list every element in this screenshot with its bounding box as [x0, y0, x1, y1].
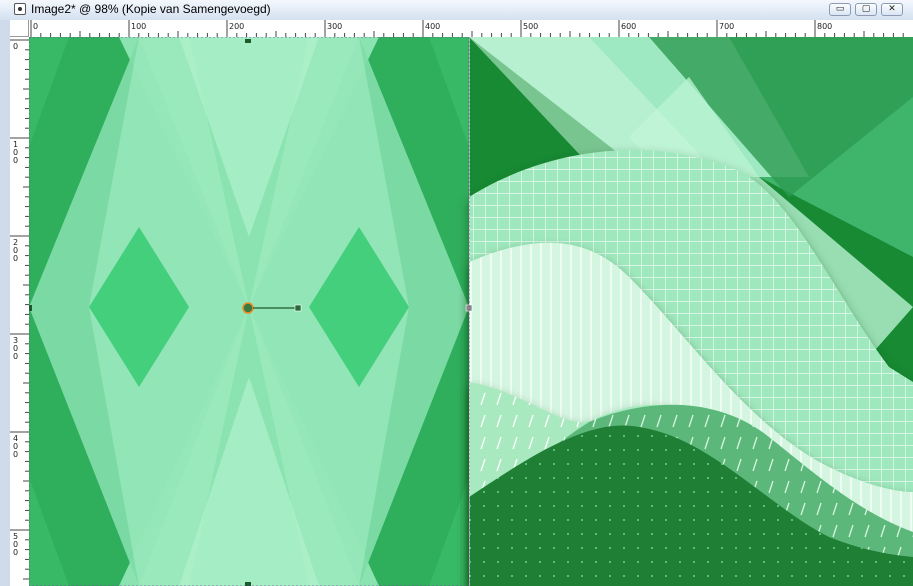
- minimize-button[interactable]: ▭: [829, 3, 851, 16]
- ruler-top-label: 600: [621, 22, 636, 31]
- rotation-center-handle[interactable]: [242, 302, 254, 314]
- ruler-top-label: 200: [229, 22, 244, 31]
- bottom-handle[interactable]: [245, 582, 251, 586]
- top-handle[interactable]: [245, 39, 251, 43]
- ruler-left-label: 200: [13, 238, 18, 263]
- window-title: Image2* @ 98% (Kopie van Samengevoegd): [31, 2, 271, 16]
- ruler-left-label: 300: [13, 336, 18, 361]
- title-bar[interactable]: Image2* @ 98% (Kopie van Samengevoegd) ▭…: [0, 0, 913, 21]
- maximize-button[interactable]: ▢: [855, 3, 877, 16]
- ruler-left-label: 100: [13, 140, 18, 165]
- right-wave-design: [469, 37, 913, 586]
- window-frame-left: [0, 20, 10, 586]
- ruler-top-label: 100: [131, 22, 146, 31]
- vertical-ruler[interactable]: 0 100 200 300 400 500: [10, 37, 30, 586]
- ruler-top-label: 400: [425, 22, 440, 31]
- image-window: Image2* @ 98% (Kopie van Samengevoegd) ▭…: [0, 0, 913, 586]
- close-button[interactable]: ✕: [881, 3, 903, 16]
- camera-icon: [14, 3, 26, 15]
- image-canvas[interactable]: [29, 37, 913, 586]
- ruler-left-label: 0: [13, 42, 18, 51]
- horizontal-ruler[interactable]: 0 100 200 300 400 500 600 700 800: [10, 20, 913, 38]
- rotation-handle[interactable]: [294, 304, 302, 312]
- ruler-corner: [10, 20, 29, 37]
- ruler-top-label: 800: [817, 22, 832, 31]
- ruler-top-label: 500: [523, 22, 538, 31]
- ruler-top-label: 300: [327, 22, 342, 31]
- ruler-top-label: 700: [719, 22, 734, 31]
- ruler-top-label: 0: [33, 22, 38, 31]
- ruler-left-label: 500: [13, 532, 18, 557]
- ruler-left-label: 400: [13, 434, 18, 459]
